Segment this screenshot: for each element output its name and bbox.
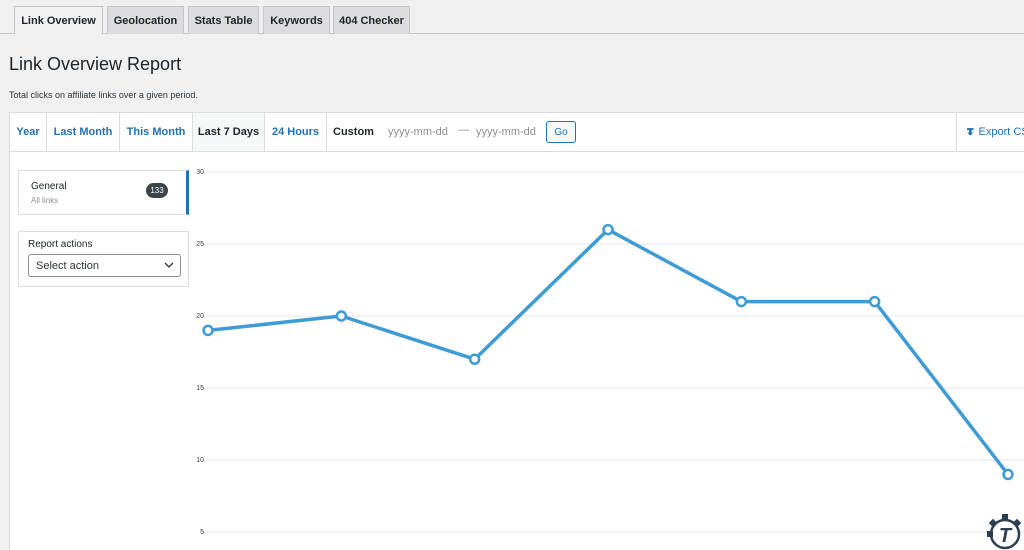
download-icon [967, 128, 974, 136]
start-date-input[interactable] [388, 123, 456, 141]
report-content: General All links 133 Report actions Sel… [9, 152, 1024, 550]
link-group-title: General [31, 181, 67, 192]
link-count-badge: 133 [146, 183, 168, 198]
period-this-month[interactable]: This Month [120, 113, 193, 151]
go-button[interactable]: Go [546, 121, 576, 143]
export-csv-label: Export CSV [978, 126, 1024, 138]
period-last-7-days[interactable]: Last 7 Days [193, 113, 265, 151]
tab-link-overview[interactable]: Link Overview [14, 6, 103, 35]
report-actions-panel: Report actions Select action [18, 231, 189, 287]
svg-text:T: T [999, 525, 1013, 547]
export-csv-button[interactable]: Export CSV [956, 113, 1024, 151]
end-date-input[interactable] [476, 123, 544, 141]
page-description: Total clicks on affiliate links over a g… [9, 90, 198, 100]
gear-t-logo-icon: T [987, 514, 1022, 550]
report-tabs: Link Overview Geolocation Stats Table Ke… [0, 0, 1024, 35]
period-custom-label: Custom [333, 126, 374, 138]
date-separator: — [458, 124, 469, 136]
page-title: Link Overview Report [9, 54, 182, 74]
report-actions-select[interactable]: Select action [28, 254, 181, 277]
tab-keywords[interactable]: Keywords [263, 6, 330, 34]
period-bar: Year Last Month This Month Last 7 Days 2… [9, 112, 1024, 152]
period-24-hours[interactable]: 24 Hours [265, 113, 327, 151]
period-last-month[interactable]: Last Month [47, 113, 120, 151]
tab-stats-table[interactable]: Stats Table [188, 6, 259, 34]
chevron-down-icon [164, 262, 174, 268]
tab-geolocation[interactable]: Geolocation [107, 6, 184, 34]
report-actions-selected: Select action [36, 259, 99, 272]
link-group-general[interactable]: General All links 133 [18, 170, 189, 215]
period-year[interactable]: Year [10, 113, 47, 151]
link-group-subtitle: All links [31, 196, 59, 205]
tab-404-checker[interactable]: 404 Checker [333, 6, 410, 34]
report-actions-label: Report actions [28, 239, 93, 250]
